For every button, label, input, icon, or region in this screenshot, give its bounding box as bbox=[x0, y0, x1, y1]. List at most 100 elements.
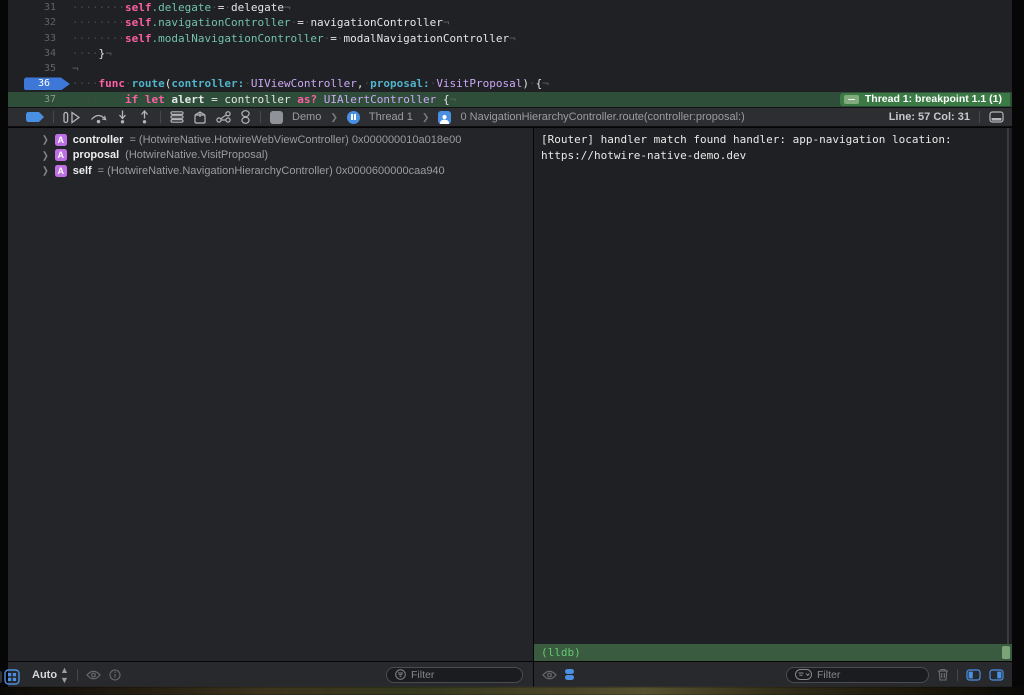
console-view[interactable]: [Router] handler match found handler: ap… bbox=[534, 128, 1012, 644]
breakpoint-list-icon bbox=[844, 95, 859, 104]
line-number-gutter[interactable]: 32 bbox=[8, 15, 60, 30]
line-number-gutter[interactable]: 33 bbox=[8, 31, 60, 46]
code-line[interactable]: 31 ········self.delegate·=·delegate¬ bbox=[8, 0, 1012, 15]
line-number-gutter[interactable]: 36 bbox=[8, 76, 60, 91]
lldb-scrollbar-thumb[interactable] bbox=[1002, 646, 1010, 659]
filter-icon bbox=[395, 669, 406, 680]
console-filter-input[interactable] bbox=[817, 669, 907, 681]
disclosure-chevron-icon[interactable]: ❯ bbox=[42, 134, 49, 145]
disclosure-chevron-icon[interactable]: ❯ bbox=[42, 150, 49, 161]
separator bbox=[957, 669, 958, 681]
variables-bottom-bar: Auto ▲▼ bbox=[8, 662, 533, 687]
console-line: [Router] handler match found handler: ap… bbox=[541, 132, 1002, 148]
scope-popup[interactable]: Auto ▲▼ bbox=[32, 665, 69, 685]
variables-filter-input[interactable] bbox=[411, 669, 501, 681]
separator bbox=[979, 111, 980, 123]
line-number-gutter[interactable]: 34 bbox=[8, 46, 60, 61]
code-text[interactable]: ········if·let·alert·=·controller·as?·UI… bbox=[72, 92, 456, 107]
app-icon bbox=[270, 111, 283, 124]
show-variables-view-icon[interactable] bbox=[966, 669, 981, 681]
variable-rows: ❯ Acontroller = (HotwireNative.HotwireWebV… bbox=[8, 132, 533, 179]
code-line[interactable]: 37 ········if·let·alert·=·controller·as?·… bbox=[8, 92, 1012, 107]
argument-badge: A bbox=[55, 134, 67, 146]
code-text[interactable]: ········self.delegate·=·delegate¬ bbox=[72, 0, 291, 15]
code-line[interactable]: 33 ········self.modalNavigationController… bbox=[8, 31, 1012, 46]
code-line[interactable]: 32 ········self.navigationController·=·na… bbox=[8, 15, 1012, 30]
code-text[interactable]: ········self.navigationController·=·navi… bbox=[72, 15, 450, 30]
separator bbox=[160, 111, 161, 123]
code-line[interactable]: 36····func·route(controller:·UIViewContr… bbox=[8, 76, 1012, 91]
variable-name: controller bbox=[73, 134, 124, 146]
scope-label: Auto bbox=[32, 669, 57, 681]
disclosure-chevron-icon[interactable]: ❯ bbox=[42, 165, 49, 176]
debug-bar: Demo ❯ Thread 1 ❯ 0 NavigationHierarchyC… bbox=[8, 107, 1012, 127]
xcode-window: 31 ········self.delegate·=·delegate¬ 32 ···… bbox=[0, 0, 1024, 695]
breakpoints-toggle-icon[interactable] bbox=[26, 112, 44, 122]
info-icon[interactable] bbox=[109, 669, 121, 681]
variable-name: proposal bbox=[73, 149, 119, 161]
step-over-icon[interactable] bbox=[90, 111, 107, 124]
thread-icon bbox=[347, 111, 360, 124]
step-into-icon[interactable] bbox=[116, 110, 129, 124]
variable-value: = (HotwireNative.NavigationHierarchyCont… bbox=[98, 165, 445, 177]
process-label[interactable]: Demo bbox=[292, 111, 321, 123]
environment-overrides-icon[interactable] bbox=[216, 111, 231, 123]
quicklook-eye-icon[interactable] bbox=[86, 670, 101, 680]
code-text[interactable]: ····}¬ bbox=[72, 46, 112, 61]
filter-dropdown-icon bbox=[795, 669, 812, 680]
pause-continue-icon[interactable] bbox=[63, 111, 81, 124]
variable-row[interactable]: ❯ Acontroller = (HotwireNative.HotwireWebV… bbox=[8, 132, 533, 148]
separator bbox=[260, 111, 261, 123]
source-editor[interactable]: 31 ········self.delegate·=·delegate¬ 32 ···… bbox=[8, 0, 1012, 107]
variable-name: self bbox=[73, 165, 92, 177]
chevron-right-icon: ❯ bbox=[422, 112, 430, 123]
lldb-prompt[interactable]: (lldb) bbox=[534, 646, 581, 659]
quicklook-eye-icon[interactable] bbox=[542, 670, 557, 680]
code-lines: 31 ········self.delegate·=·delegate¬ 32 ···… bbox=[8, 0, 1012, 107]
console-output-icon[interactable] bbox=[565, 669, 574, 680]
console-filter-field[interactable] bbox=[786, 667, 929, 683]
argument-badge: A bbox=[55, 149, 67, 161]
code-text[interactable]: ········self.modalNavigationController·=… bbox=[72, 31, 516, 46]
separator bbox=[77, 669, 78, 681]
variable-value: = (HotwireNative.HotwireWebViewControlle… bbox=[129, 134, 461, 146]
lldb-prompt-bar[interactable]: (lldb) bbox=[534, 644, 1012, 661]
line-col-indicator: Line: 57 Col: 31 bbox=[889, 111, 970, 123]
desktop-wallpaper-strip bbox=[0, 687, 1024, 695]
code-line[interactable]: 35 ¬ bbox=[8, 61, 1012, 76]
variable-row[interactable]: ❯ Aself = (HotwireNative.NavigationHierarc… bbox=[8, 163, 533, 179]
line-number-gutter[interactable]: 35 bbox=[8, 61, 60, 76]
line-number-gutter[interactable]: 31 bbox=[8, 0, 60, 15]
line-number-gutter[interactable]: 37 bbox=[8, 92, 60, 107]
chevron-right-icon: ❯ bbox=[330, 112, 338, 123]
thread-breakpoint-label: Thread 1: breakpoint 1.1 (1) bbox=[865, 92, 1002, 107]
code-line[interactable]: 34 ····}¬ bbox=[8, 46, 1012, 61]
thread-label[interactable]: Thread 1 bbox=[369, 111, 413, 123]
step-out-icon[interactable] bbox=[138, 110, 151, 124]
apps-grid-icon[interactable] bbox=[4, 669, 20, 685]
hide-debug-area-icon[interactable] bbox=[989, 111, 1004, 123]
variable-row[interactable]: ❯ Aproposal (HotwireNative.VisitProposal) bbox=[8, 148, 533, 164]
stack-frame-icon bbox=[438, 111, 451, 124]
variable-value: (HotwireNative.VisitProposal) bbox=[125, 149, 268, 161]
gauges-icon[interactable] bbox=[240, 110, 251, 124]
code-text[interactable]: ····func·route(controller:·UIViewControl… bbox=[72, 76, 549, 91]
thread-breakpoint-badge[interactable]: Thread 1: breakpoint 1.1 (1) bbox=[840, 93, 1010, 106]
console-bottom-bar bbox=[534, 662, 1012, 687]
stack-frame-label[interactable]: 0 NavigationHierarchyController.route(co… bbox=[460, 111, 744, 123]
updown-chevrons-icon: ▲▼ bbox=[60, 665, 69, 685]
view-hierarchy-icon[interactable] bbox=[170, 111, 184, 123]
show-console-view-icon[interactable] bbox=[989, 669, 1004, 681]
separator bbox=[53, 111, 54, 123]
argument-badge: A bbox=[55, 165, 67, 177]
variables-view: ❯ Acontroller = (HotwireNative.HotwireWebV… bbox=[8, 128, 533, 661]
console-line: https://hotwire-native-demo.dev bbox=[541, 148, 1002, 164]
partial-icon bbox=[0, 671, 2, 683]
console-scrollbar[interactable] bbox=[1007, 128, 1009, 644]
memory-graph-icon[interactable] bbox=[193, 111, 207, 124]
variables-filter-field[interactable] bbox=[386, 667, 523, 683]
breakpoint-badge[interactable]: 36 bbox=[24, 77, 70, 90]
code-text[interactable]: ¬ bbox=[72, 61, 79, 76]
console-output: [Router] handler match found handler: ap… bbox=[534, 128, 1012, 163]
trash-icon[interactable] bbox=[937, 668, 949, 681]
